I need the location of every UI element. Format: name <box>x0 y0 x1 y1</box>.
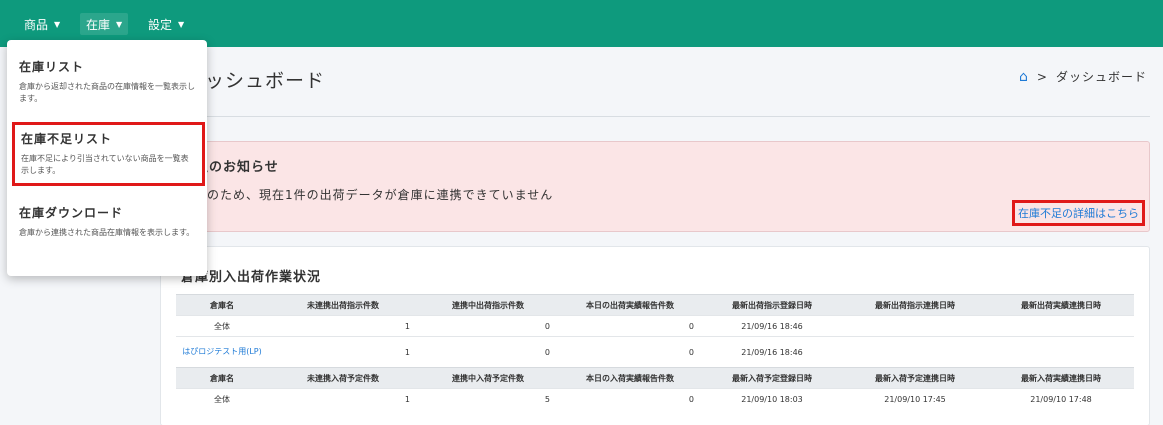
menu-item-title: 在庫リスト <box>19 60 85 74</box>
breadcrumb-separator-icon: > <box>1036 69 1048 84</box>
table-cell <box>988 315 1134 337</box>
table-cell <box>842 336 988 368</box>
column-header: 未連携入荷予定件数 <box>268 367 418 389</box>
warehouse-name-link[interactable]: はぴロジテスト用(LP) <box>176 336 268 368</box>
shortage-alert: 不足のお知らせ 不足のため、現在1件の出荷データが倉庫に連携できていません 在庫… <box>160 141 1150 232</box>
table-row: 全体 1 0 0 21/09/16 18:46 <box>176 315 1134 337</box>
column-header: 連携中入荷予定件数 <box>418 367 558 389</box>
nav-products-label: 商品 <box>24 17 49 32</box>
menu-item-inventory-download[interactable]: 在庫ダウンロード 倉庫から連携された商品在庫情報を表示します。 <box>7 204 207 239</box>
chevron-down-icon: ▼ <box>178 19 185 29</box>
chevron-down-icon: ▼ <box>116 19 123 29</box>
table-cell: 21/09/16 18:46 <box>702 315 842 337</box>
table-cell: 5 <box>418 388 558 410</box>
column-header: 倉庫名 <box>176 294 268 316</box>
warehouse-name: 全体 <box>176 388 268 410</box>
column-header: 未連携出荷指示件数 <box>268 294 418 316</box>
table-cell: 1 <box>268 388 418 410</box>
nav-inventory-label: 在庫 <box>86 17 111 32</box>
warehouse-name: 全体 <box>176 315 268 337</box>
menu-item-title: 在庫ダウンロード <box>19 206 124 220</box>
table-row: はぴロジテスト用(LP) 1 0 0 21/09/16 18:46 <box>176 336 1134 368</box>
table-cell: 21/09/10 18:03 <box>702 388 842 410</box>
column-header: 最新出荷指示登録日時 <box>702 294 842 316</box>
table-row: 全体 1 5 0 21/09/10 18:03 21/09/10 17:45 2… <box>176 388 1134 410</box>
table-cell: 0 <box>558 336 702 368</box>
table-cell: 0 <box>558 388 702 410</box>
column-header: 最新入荷予定連携日時 <box>842 367 988 389</box>
menu-item-inventory-list[interactable]: 在庫リスト 倉庫から返却された商品の在庫情報を一覧表示します。 <box>7 58 207 105</box>
inbound-header-row: 倉庫名 未連携入荷予定件数 連携中入荷予定件数 本日の入荷実績報告件数 最新入荷… <box>176 367 1134 389</box>
menu-item-desc: 倉庫から連携された商品在庫情報を表示します。 <box>19 228 195 237</box>
menu-item-title: 在庫不足リスト <box>21 132 113 146</box>
table-cell: 21/09/10 17:48 <box>988 388 1134 410</box>
nav-inventory[interactable]: 在庫 ▼ <box>80 13 129 35</box>
menu-item-shortage-list[interactable]: 在庫不足リスト 在庫不足により引当されていない商品を一覧表示します。 <box>12 122 205 186</box>
nav-settings[interactable]: 設定 ▼ <box>142 13 190 35</box>
nav-products[interactable]: 商品 ▼ <box>18 13 66 35</box>
table-cell: 0 <box>418 315 558 337</box>
breadcrumb: ⌂ > ダッシュボード <box>1019 68 1147 85</box>
table-cell: 0 <box>418 336 558 368</box>
column-header: 本日の出荷実績報告件数 <box>558 294 702 316</box>
warehouse-status-table: 倉庫名 未連携出荷指示件数 連携中出荷指示件数 本日の出荷実績報告件数 最新出荷… <box>176 294 1134 410</box>
menu-item-desc: 倉庫から返却された商品の在庫情報を一覧表示します。 <box>19 82 195 103</box>
divider <box>160 116 1150 117</box>
menu-item-desc: 在庫不足により引当されていない商品を一覧表示します。 <box>21 154 189 175</box>
outbound-header-row: 倉庫名 未連携出荷指示件数 連携中出荷指示件数 本日の出荷実績報告件数 最新出荷… <box>176 294 1134 316</box>
breadcrumb-current: ダッシュボード <box>1055 70 1147 84</box>
table-cell <box>842 315 988 337</box>
column-header: 最新入荷予定登録日時 <box>702 367 842 389</box>
table-cell <box>988 336 1134 368</box>
inventory-dropdown-menu: 在庫リスト 倉庫から返却された商品の在庫情報を一覧表示します。 在庫不足リスト … <box>7 40 207 276</box>
chevron-down-icon: ▼ <box>54 19 61 29</box>
alert-message: 不足のため、現在1件の出荷データが倉庫に連携できていません <box>181 188 554 202</box>
nav-settings-label: 設定 <box>148 17 173 32</box>
column-header: 本日の入荷実績報告件数 <box>558 367 702 389</box>
column-header: 最新出荷指示連携日時 <box>842 294 988 316</box>
shortage-detail-link[interactable]: 在庫不足の詳細はこちら <box>1012 200 1145 226</box>
column-header: 最新出荷実績連携日時 <box>988 294 1134 316</box>
column-header: 連携中出荷指示件数 <box>418 294 558 316</box>
table-cell: 0 <box>558 315 702 337</box>
column-header: 倉庫名 <box>176 367 268 389</box>
home-icon[interactable]: ⌂ <box>1019 69 1029 85</box>
column-header: 最新入荷実績連携日時 <box>988 367 1134 389</box>
table-cell: 21/09/16 18:46 <box>702 336 842 368</box>
table-cell: 1 <box>268 336 418 368</box>
page-title: ッシュボード <box>205 70 326 92</box>
warehouse-status-card: 倉庫別入出荷作業状況 倉庫名 未連携出荷指示件数 連携中出荷指示件数 本日の出荷… <box>160 246 1150 425</box>
table-cell: 1 <box>268 315 418 337</box>
table-cell: 21/09/10 17:45 <box>842 388 988 410</box>
